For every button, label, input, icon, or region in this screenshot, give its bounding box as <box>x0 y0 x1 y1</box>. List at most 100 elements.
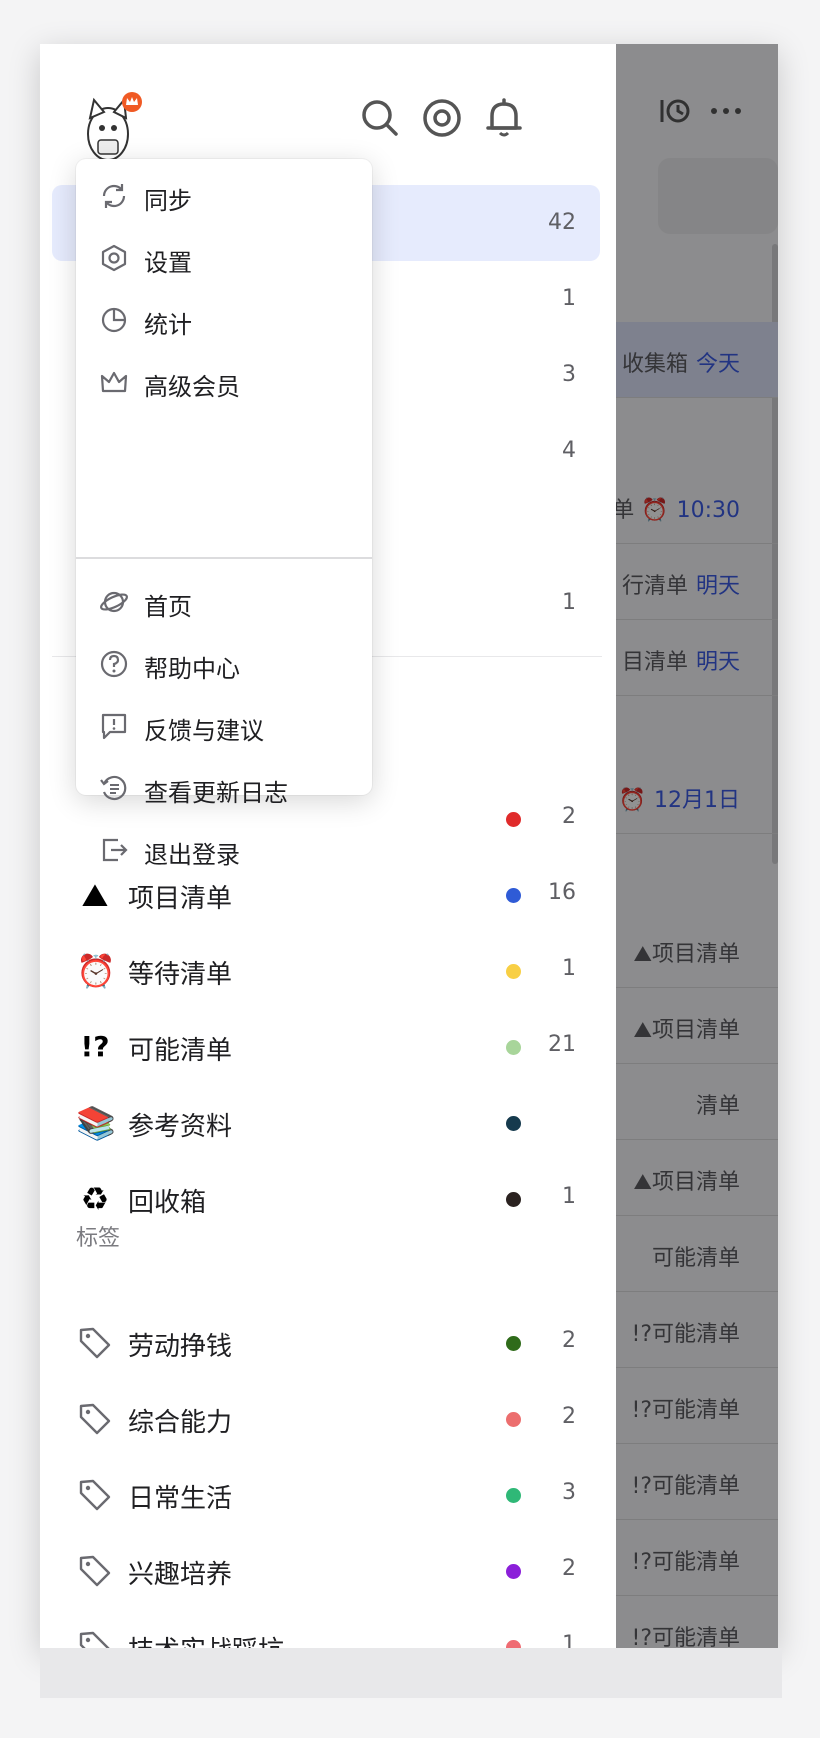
tag-count: 1 <box>562 1632 576 1648</box>
logout-icon <box>102 838 128 862</box>
task-due-date: 明天 <box>695 650 740 675</box>
menu-item-changelog[interactable]: 查看更新日志 <box>76 754 372 822</box>
task-row-text: 收集箱 今天 <box>622 346 740 378</box>
task-list-name: 目清单 <box>621 650 688 675</box>
tag-item[interactable]: 技术实战踩坑 1 <box>40 1610 616 1648</box>
tag-icon <box>79 1327 111 1359</box>
menu-item-label: 反馈与建议 <box>144 717 264 745</box>
settings-icon <box>101 244 127 272</box>
nav-count-4: 4 <box>562 438 576 463</box>
task-row-text: !?可能清单 <box>632 1468 741 1500</box>
task-list-name: ⏰ <box>618 788 646 813</box>
tag-label: 日常生活 <box>128 1484 233 1514</box>
task-row-text: 行清单 明天 <box>622 568 740 600</box>
task-row[interactable]: !?可能清单 <box>616 1520 778 1596</box>
task-row[interactable]: ⛰项目清单 <box>616 912 778 988</box>
task-row-text: ⛰项目清单 <box>634 936 740 968</box>
menu-item-settings[interactable]: 设置 <box>76 224 372 292</box>
menu-item-statistics[interactable]: 统计 <box>76 286 372 354</box>
list-count: 1 <box>562 1184 576 1209</box>
tags-section-title: 标签 <box>76 1226 121 1251</box>
tag-item[interactable]: 劳动挣钱 2 <box>40 1306 616 1382</box>
task-row[interactable]: !?可能清单 <box>616 1596 778 1648</box>
color-dot <box>506 1192 521 1207</box>
task-row[interactable]: ⛰项目清单 <box>616 988 778 1064</box>
search-icon[interactable] <box>358 96 402 140</box>
nav-count-2: 1 <box>562 286 576 311</box>
task-row[interactable]: !?可能清单 <box>616 1368 778 1444</box>
list-label: 参考资料 <box>128 1112 233 1142</box>
task-row[interactable]: 清单 <box>616 1064 778 1140</box>
task-row[interactable]: !?可能清单 <box>616 1292 778 1368</box>
tag-label: 劳动挣钱 <box>128 1332 233 1362</box>
list-item[interactable]: ⏰ 等待清单 1 <box>40 934 616 1010</box>
task-list-name: !?可能清单 <box>631 1398 741 1423</box>
color-dot <box>506 1336 521 1351</box>
list-icon: ⏰ <box>76 952 116 990</box>
focus-icon[interactable] <box>420 96 464 140</box>
task-due-date: 12月1日 <box>654 788 740 813</box>
menu-item-logout[interactable]: 退出登录 <box>76 816 372 884</box>
user-menu: 同步 设置 统计 高级会员 首页 帮助中心 反馈与建议 查看更新日志 退出登录 <box>76 159 372 869</box>
menu-item-label: 退出登录 <box>144 841 240 869</box>
statistics-icon <box>101 307 127 333</box>
color-dot <box>506 1116 521 1131</box>
app-window: 收集箱 今天单 ⏰ 10:30 行清单 明天 目清单 明天 ⏰ 12月1日 ⛰项目清单 ⛰项目清单清… <box>40 44 778 1648</box>
task-list-name: ⛰项目清单 <box>633 1170 740 1195</box>
tag-label: 技术实战踩坑 <box>128 1630 284 1648</box>
menu-item-feedback[interactable]: 反馈与建议 <box>76 692 372 760</box>
menu-item-sync[interactable]: 同步 <box>76 162 372 230</box>
task-row-text: !?可能清单 <box>632 1620 741 1648</box>
tag-label: 综合能力 <box>128 1408 233 1438</box>
tag-item[interactable]: 综合能力 2 <box>40 1382 616 1458</box>
color-dot <box>506 1488 521 1503</box>
task-row-text: ⏰ 12月1日 <box>619 782 740 814</box>
color-dot <box>506 1412 521 1427</box>
color-dot <box>506 1640 521 1648</box>
tag-item[interactable]: 日常生活 3 <box>40 1458 616 1534</box>
task-row-text: !?可能清单 <box>632 1544 741 1576</box>
list-label: 等待清单 <box>128 960 233 990</box>
list-item[interactable]: ♻ 回收箱 1 <box>40 1162 616 1238</box>
crown-icon <box>100 371 128 393</box>
history-icon[interactable] <box>656 92 766 132</box>
list-item[interactable]: !? 可能清单 21 <box>40 1010 616 1086</box>
tag-icon <box>79 1479 111 1511</box>
menu-item-home[interactable]: 首页 <box>76 568 372 636</box>
tag-item[interactable]: 兴趣培养 2 <box>40 1534 616 1610</box>
sync-icon <box>102 184 126 208</box>
task-row[interactable]: 单 ⏰ 10:30 <box>616 468 778 544</box>
list-count: 16 <box>548 880 576 905</box>
list-label: 可能清单 <box>128 1036 233 1066</box>
list-count: 2 <box>562 804 576 829</box>
task-row-text: !?可能清单 <box>632 1316 741 1348</box>
list-icon: 📚 <box>76 1104 116 1142</box>
menu-item-help[interactable]: 帮助中心 <box>76 630 372 698</box>
task-due-date: 10:30 <box>676 498 740 523</box>
task-list-name: !?可能清单 <box>631 1626 741 1648</box>
task-row[interactable]: 收集箱 今天 <box>616 322 778 398</box>
task-row[interactable]: 可能清单 <box>616 1216 778 1292</box>
tag-label: 兴趣培养 <box>128 1560 233 1590</box>
bottom-bar <box>40 1648 782 1698</box>
task-row[interactable]: !?可能清单 <box>616 1444 778 1520</box>
task-list-name: 行清单 <box>621 574 688 599</box>
task-row[interactable]: 目清单 明天 <box>616 620 778 696</box>
task-row[interactable]: 行清单 明天 <box>616 544 778 620</box>
task-row[interactable]: ⛰项目清单 <box>616 1140 778 1216</box>
menu-item-premium[interactable]: 高级会员 <box>76 348 372 416</box>
task-due-date: 明天 <box>695 574 740 599</box>
nav-count-5: 1 <box>562 590 576 615</box>
menu-item-label: 同步 <box>144 187 192 215</box>
bell-icon[interactable] <box>482 96 526 140</box>
avatar[interactable] <box>80 88 144 168</box>
menu-item-label: 高级会员 <box>144 373 240 401</box>
task-row-text: 可能清单 <box>652 1240 740 1272</box>
tag-count: 2 <box>562 1404 576 1429</box>
feedback-icon <box>101 713 127 740</box>
task-row[interactable]: ⏰ 12月1日 <box>616 758 778 834</box>
task-list-name: 收集箱 <box>621 352 688 377</box>
color-dot <box>506 964 521 979</box>
task-row-text: !?可能清单 <box>632 1392 741 1424</box>
list-item[interactable]: 📚 参考资料 <box>40 1086 616 1162</box>
